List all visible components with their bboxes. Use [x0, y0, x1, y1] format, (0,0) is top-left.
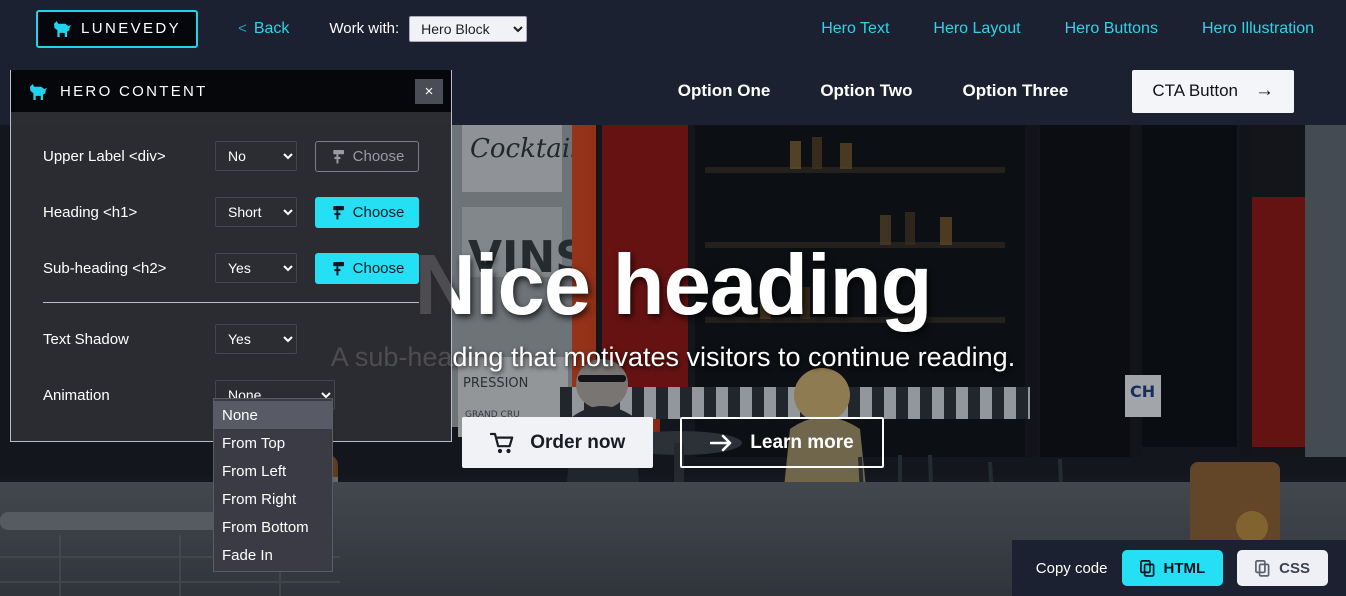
back-button-label: Back — [253, 19, 290, 37]
back-button[interactable]: < Back — [238, 20, 289, 38]
topnav-hero-text[interactable]: Hero Text — [821, 20, 889, 38]
close-icon[interactable]: × — [415, 78, 443, 104]
logo[interactable]: LUNEVEDY — [36, 9, 199, 48]
row-text-shadow-text: Text Shadow — [43, 330, 129, 348]
animation-option-from-right[interactable]: From Right — [214, 485, 332, 513]
topnav-hero-buttons[interactable]: Hero Buttons — [1065, 20, 1158, 38]
paint-roller-icon — [332, 261, 344, 275]
copy-icon — [1139, 559, 1154, 577]
upper-label-select[interactable]: No — [215, 141, 297, 171]
heading-choose-text: Choose — [352, 203, 405, 221]
site-nav-option-one[interactable]: Option One — [678, 81, 771, 101]
panel-header[interactable]: HERO CONTENT × — [11, 70, 451, 112]
copy-html-button[interactable]: HTML — [1121, 550, 1224, 586]
panel-body: Upper Label <div> No Choose Heading <h1> — [11, 112, 451, 441]
animation-option-none[interactable]: None — [214, 401, 332, 429]
chevron-left-icon: < — [238, 20, 247, 37]
site-nav-items: Option One Option Two Option Three — [678, 81, 1069, 101]
hero-buttons: Order now Learn more — [462, 417, 884, 468]
row-heading: Heading <h1> Short Choose — [11, 184, 451, 240]
site-nav-option-two[interactable]: Option Two — [820, 81, 912, 101]
row-animation-text: Animation — [43, 386, 110, 404]
row-sub-heading: Sub-heading <h2> Yes Choose — [11, 240, 451, 296]
learn-more-button[interactable]: Learn more — [680, 417, 884, 468]
app-topnav: Hero Text Hero Layout Hero Buttons Hero … — [821, 20, 1314, 38]
paint-roller-icon — [332, 205, 344, 219]
copy-css-button[interactable]: CSS — [1237, 550, 1328, 586]
row-heading-text: Heading <h1> — [43, 203, 138, 221]
copy-html-label: HTML — [1163, 559, 1206, 577]
site-nav-option-three[interactable]: Option Three — [963, 81, 1069, 101]
animation-option-from-left[interactable]: From Left — [214, 457, 332, 485]
hero-content-panel: HERO CONTENT × Upper Label <div> No Choo… — [10, 70, 452, 442]
text-shadow-select[interactable]: Yes — [215, 324, 297, 354]
copy-css-label: CSS — [1279, 559, 1310, 577]
order-now-button[interactable]: Order now — [462, 417, 654, 468]
paint-roller-icon — [332, 149, 344, 163]
topnav-hero-layout[interactable]: Hero Layout — [933, 20, 1020, 38]
arrow-right-icon — [710, 434, 732, 451]
animation-dropdown-list[interactable]: None From Top From Left From Right From … — [213, 398, 333, 572]
copy-code-bar: Copy code HTML CSS — [1011, 540, 1346, 596]
cta-button[interactable]: CTA Button → — [1132, 69, 1294, 113]
cta-button-label: CTA Button — [1152, 81, 1238, 100]
heading-choose-button[interactable]: Choose — [315, 196, 419, 228]
app-topbar: LUNEVEDY < Back Work with: Hero Block He… — [0, 0, 1346, 57]
sub-heading-select[interactable]: Yes — [215, 253, 297, 283]
row-upper-label-text: Upper Label <div> — [43, 147, 166, 165]
topnav-hero-illustration[interactable]: Hero Illustration — [1202, 20, 1314, 38]
arrow-right-icon: → — [1255, 80, 1274, 101]
heading-select[interactable]: Short — [215, 197, 297, 227]
learn-more-label: Learn more — [750, 431, 854, 453]
dog-icon — [54, 20, 71, 37]
logo-text: LUNEVEDY — [81, 20, 182, 37]
hero-heading: Nice heading — [414, 238, 932, 333]
order-now-label: Order now — [530, 431, 626, 453]
row-upper-label: Upper Label <div> No Choose — [11, 128, 451, 184]
animation-option-from-top[interactable]: From Top — [214, 429, 332, 457]
row-text-shadow: Text Shadow Yes — [11, 311, 451, 367]
app-root: Cocktails VINS PRESSION GRAND CRU CH Opt… — [0, 0, 1346, 596]
sub-heading-choose-button[interactable]: Choose — [315, 252, 419, 284]
copy-code-label: Copy code — [1035, 559, 1108, 577]
dog-icon — [30, 83, 47, 100]
animation-option-fade-in[interactable]: Fade In — [214, 541, 332, 569]
panel-title: HERO CONTENT — [60, 82, 208, 100]
panel-divider — [43, 302, 419, 303]
shopping-cart-icon — [490, 432, 514, 453]
work-with-select[interactable]: Hero Block — [409, 15, 528, 42]
upper-label-choose-text: Choose — [352, 147, 405, 165]
row-sub-heading-text: Sub-heading <h2> — [43, 259, 167, 277]
upper-label-choose-button[interactable]: Choose — [315, 140, 419, 172]
copy-icon — [1255, 559, 1270, 577]
sub-heading-choose-text: Choose — [352, 259, 405, 277]
animation-option-from-bottom[interactable]: From Bottom — [214, 513, 332, 541]
work-with-label: Work with: — [329, 20, 400, 37]
